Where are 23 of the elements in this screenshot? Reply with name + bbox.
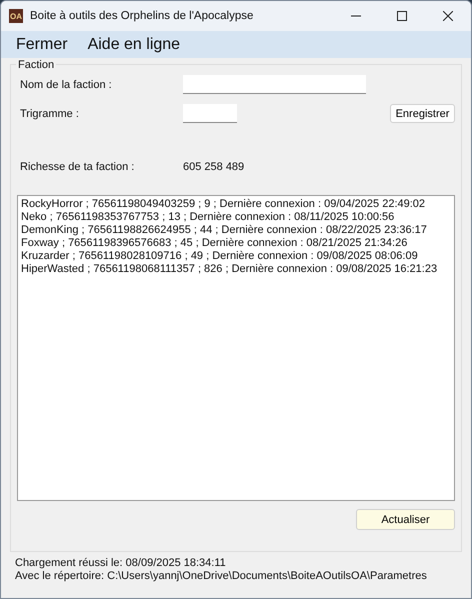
menu-item[interactable]: Fermer	[8, 36, 76, 54]
field-label: Nom de la faction :	[19, 78, 113, 90]
list-item[interactable]: Neko ; 76561198353767753 ; 13 ; Dernière connexion : 08/11/2025 10:00:56	[21, 211, 451, 224]
app-icon: OA	[9, 9, 23, 23]
menu-item[interactable]: Aide en ligne	[80, 36, 188, 54]
list-item[interactable]: DemonKing ; 76561198826624955 ; 44 ; Dernière connexion : 08/22/2025 23:36:17	[21, 224, 451, 237]
window-title: Boite à outils des Orphelins de l'Apocalypse	[30, 10, 254, 22]
list-item[interactable]: Foxway ; 76561198396576683 ; 45 ; Dernière connexion : 08/21/2025 21:34:26	[21, 237, 451, 250]
save-button[interactable]: Enregistrer	[390, 104, 455, 123]
close-icon	[443, 11, 453, 21]
list-item[interactable]: HiperWasted ; 76561198068111357 ; 826 ; Dernière connexion : 09/08/2025 16:21:23	[21, 263, 451, 276]
list-item[interactable]: Kruzarder ; 76561198028109716 ; 49 ; Dernière connexion : 09/08/2025 08:06:09	[21, 250, 451, 263]
input-field[interactable]	[183, 104, 237, 123]
refresh-button[interactable]: Actualiser	[356, 509, 455, 530]
list-item[interactable]: RockyHorror ; 76561198049403259 ; 9 ; Dernière connexion : 09/04/2025 22:49:02	[21, 198, 451, 211]
maximize-icon	[397, 11, 407, 21]
status-text: Chargement réussi le: 08/09/2025 18:34:11	[15, 557, 227, 570]
field-label: Trigramme :	[19, 108, 80, 120]
wealth-value: 605 258 489	[183, 161, 244, 173]
group-title: Faction	[16, 60, 56, 71]
field-label: Richesse de ta faction :	[19, 161, 136, 173]
input-field[interactable]	[183, 75, 366, 94]
status-text: Avec le répertoire: C:\Users\yannj\OneDrive\Documents\BoiteAOutilsOA\Parametres	[15, 570, 428, 583]
